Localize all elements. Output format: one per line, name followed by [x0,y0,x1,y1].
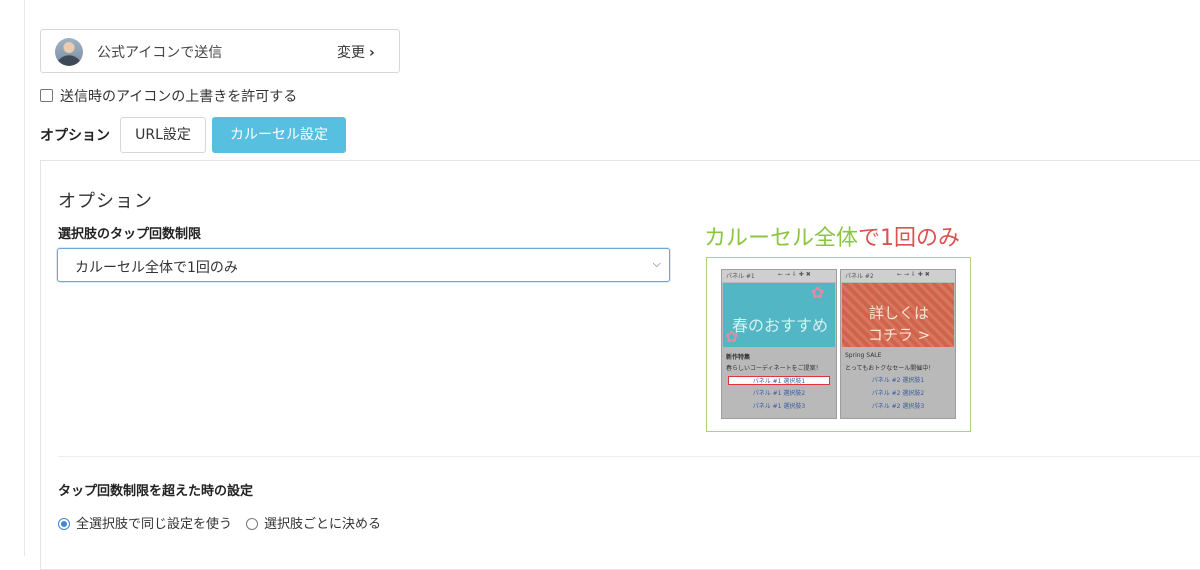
radio-button[interactable] [246,518,259,530]
tap-limit-select[interactable]: カルーセル全体で1回のみ ⌵ [57,248,670,282]
radio-same-setting-label: 全選択肢で同じ設定を使う [76,517,233,532]
preview-card-2: パネル #2 ← → ⇩ ✚ ✖ 詳しくは コチラ > Spring SALE と… [840,269,956,419]
change-label: 変更 [337,45,365,61]
card-choice: パネル #2 選択肢3 [871,403,925,410]
change-sender-button[interactable]: 変更 › [337,42,375,62]
section-divider [58,456,1200,457]
radio-same-setting[interactable]: 全選択肢で同じ設定を使う [58,517,232,532]
card-toolbar-icons: ← → ⇩ ✚ ✖ [897,271,930,278]
card-toolbar-icons: ← → ⇩ ✚ ✖ [778,271,811,278]
preview-card-1: パネル #1 ← → ⇩ ✚ ✖ ✿ ✿ 春のおすすめ 新作特集 春らしいコーディ… [721,269,837,419]
left-border [24,0,25,556]
radio-per-choice-label: 選択肢ごとに決める [264,517,382,532]
card-choice-highlighted: パネル #1 選択肢1 [728,376,830,385]
sender-label: 公式アイコンで送信 [97,45,223,61]
card-description: 春らしいコーディネートをご提案！ [726,365,822,372]
panel-title: オプション [58,191,153,212]
preview-caption-green: カルーセル全体 [704,226,859,251]
flower-icon: ✿ [811,283,825,302]
override-icon-label: 送信時のアイコンの上書きを許可する [60,89,298,105]
options-panel [40,160,1200,570]
card-heading: Spring SALE [845,352,882,359]
card-toolbar-label: パネル #2 [845,273,874,280]
over-limit-radio-group: 全選択肢で同じ設定を使う 選択肢ごとに決める [58,513,381,532]
tap-limit-label: 選択肢のタップ回数制限 [58,227,202,242]
override-icon-checkbox[interactable] [40,89,53,102]
card-choice: パネル #2 選択肢2 [871,390,925,397]
radio-button-selected[interactable] [58,518,70,530]
radio-per-choice[interactable]: 選択肢ごとに決める [246,517,381,532]
card-choice: パネル #1 選択肢2 [752,390,806,397]
tab-carousel-settings[interactable]: カルーセル設定 [212,117,346,153]
tab-url-settings[interactable]: URL設定 [120,117,206,153]
card-choice: パネル #1 選択肢3 [752,403,806,410]
card-heading: 新作特集 [726,354,751,361]
sender-card: 公式アイコンで送信 変更 › [40,29,400,73]
chevron-right-icon: › [369,45,375,61]
card-image: ✿ ✿ 春のおすすめ [723,283,835,347]
preview-caption-red: で1回のみ [858,226,961,251]
preview-caption: カルーセル全体で1回のみ [704,220,960,252]
options-label: オプション [40,128,110,144]
chevron-down-icon: ⌵ [652,257,661,270]
card-description: とってもおトクなセール開催中！ [845,365,935,372]
override-icon-checkbox-row[interactable]: 送信時のアイコンの上書きを許可する [40,86,298,105]
over-limit-title: タップ回数制限を超えた時の設定 [58,484,254,499]
card-toolbar-label: パネル #1 [726,273,755,280]
card-image-text: 春のおすすめ [731,316,828,335]
tap-limit-selected-value: カルーセル全体で1回のみ [75,260,238,276]
card-toolbar: パネル #2 ← → ⇩ ✚ ✖ [841,270,955,282]
card-toolbar: パネル #1 ← → ⇩ ✚ ✖ [722,270,836,282]
avatar [55,38,83,66]
card-image: 詳しくは コチラ > [842,283,954,347]
card-choice: パネル #2 選択肢1 [871,377,925,384]
card-image-text: 詳しくは コチラ > [867,304,931,344]
